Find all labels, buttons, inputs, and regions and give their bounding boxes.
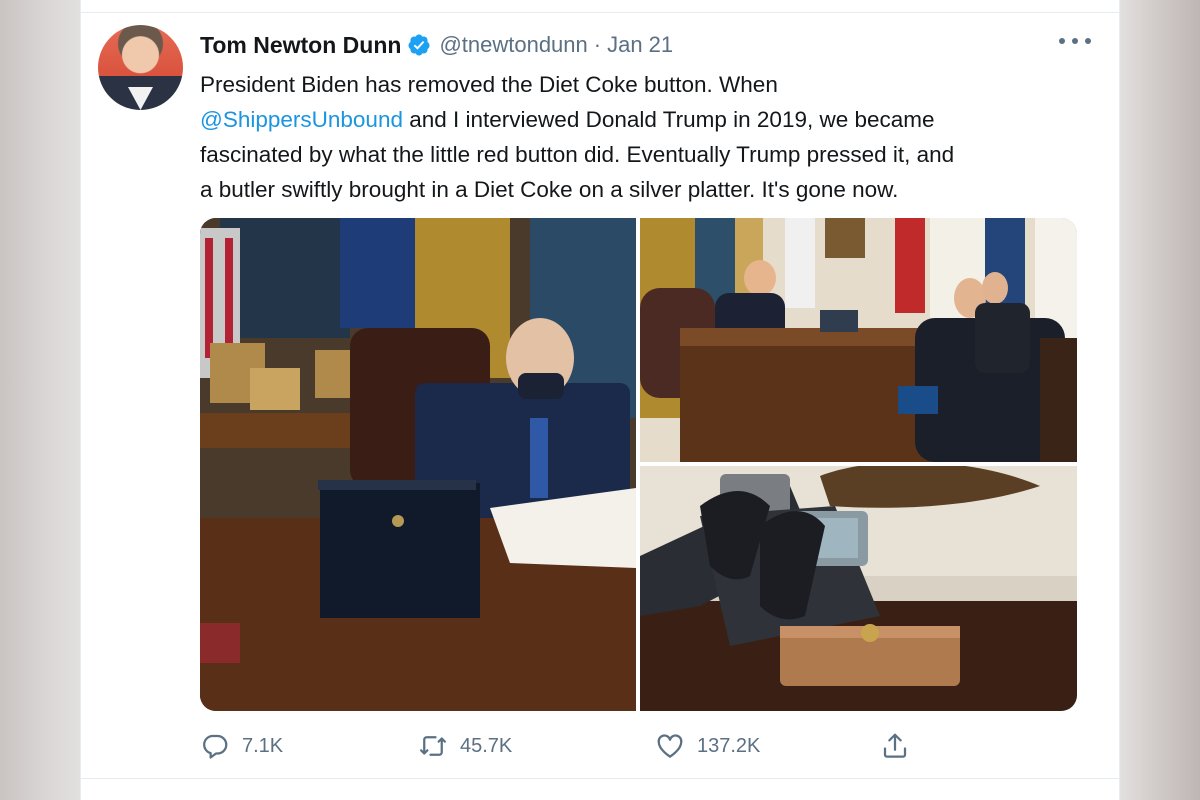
reply-button[interactable]: 7.1K [200,726,283,766]
retweet-icon [420,736,446,756]
tweet-date[interactable]: Jan 21 [607,32,673,58]
tweet-card[interactable]: Tom Newton Dunn @tnewtondunn · Jan 21 Pr… [80,0,1120,800]
bottom-divider [81,778,1119,779]
retweet-count: 45.7K [460,734,513,757]
tweet-text: President Biden has removed the Diet Cok… [200,67,1090,207]
tweet-actions: 7.1K 45.7K 137.2K [200,726,1080,766]
biden-desk-photo[interactable] [200,218,636,711]
tweet-header: Tom Newton Dunn @tnewtondunn · Jan 21 [200,30,673,60]
header-separator: · [593,32,602,57]
author-name[interactable]: Tom Newton Dunn [200,32,401,59]
tweet-text-line: President Biden has removed the Diet Cok… [200,72,778,97]
tweet-text-line: @ShippersUnbound and I interviewed Donal… [200,107,935,132]
like-count: 137.2K [697,734,761,757]
retweet-button[interactable]: 45.7K [418,726,512,766]
reply-count: 7.1K [242,734,284,757]
tweet-text-line: a butler swiftly brought in a Diet Coke … [200,177,899,202]
top-divider [81,12,1119,13]
mention-link[interactable]: @ShippersUnbound [200,107,403,132]
share-button[interactable] [880,726,910,766]
reply-icon [203,734,228,759]
desk-phones-button-photo[interactable] [640,466,1077,711]
tweet-text-line: fascinated by what the little red button… [200,142,955,167]
heart-icon [657,734,683,758]
share-icon [883,733,907,758]
tweet-media-grid [200,218,1077,711]
trump-interview-photo[interactable] [640,218,1077,462]
like-button[interactable]: 137.2K [655,726,760,766]
verified-badge-icon [408,34,430,56]
more-options-icon[interactable] [1059,32,1091,50]
author-handle[interactable]: @tnewtondunn [439,32,587,58]
avatar[interactable] [98,25,183,110]
